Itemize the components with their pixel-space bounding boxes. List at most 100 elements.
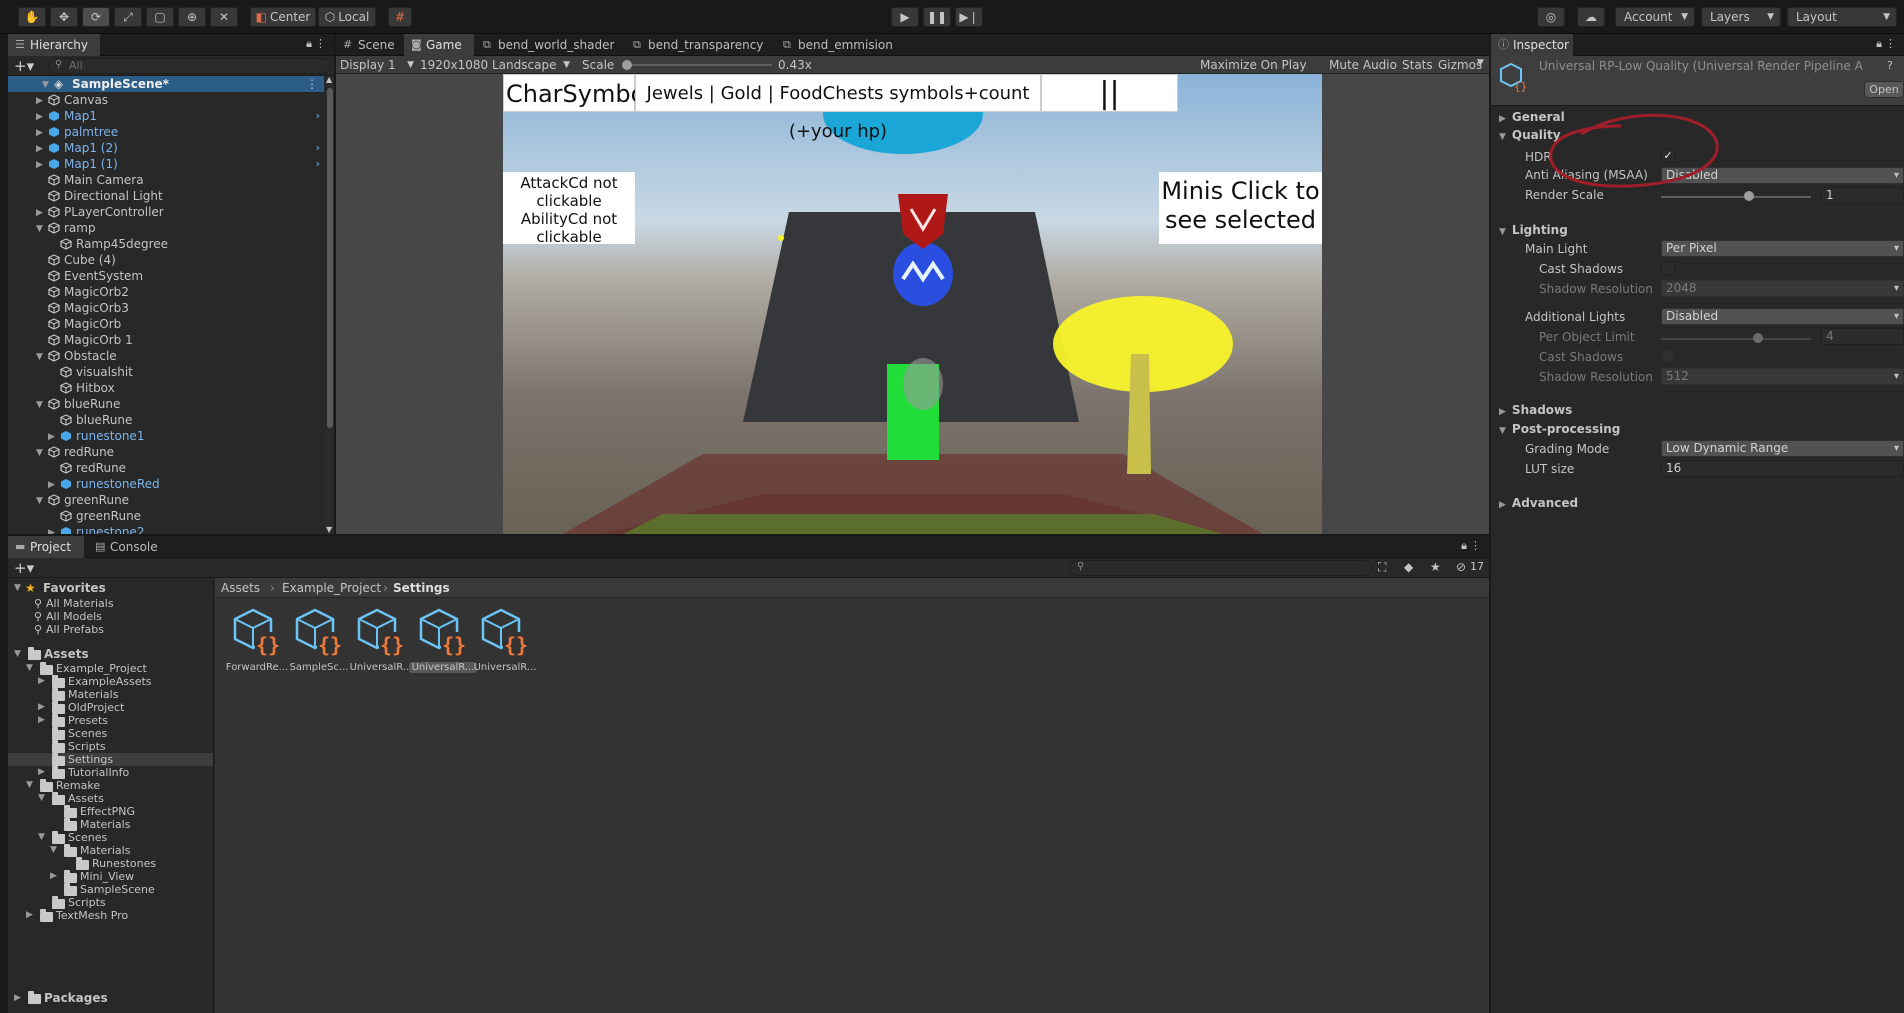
scale-tool-button[interactable]: ⤢ [114, 7, 142, 27]
expand-arrow-icon[interactable]: ▶ [36, 109, 43, 125]
game-viewport[interactable]: CharSymbol Jewels | Gold | FoodChests sy… [503, 74, 1322, 534]
cast-shadows-checkbox[interactable] [1661, 261, 1675, 275]
folder-tree-item[interactable]: ▼ Scenes [8, 831, 213, 844]
section-shadows[interactable]: ▶ Shadows [1499, 403, 1572, 417]
expand-arrow-icon[interactable]: ▶ [48, 525, 55, 534]
cast-shadows-additional-checkbox[interactable] [1661, 349, 1675, 363]
hierarchy-item[interactable]: Main Camera [8, 172, 324, 188]
folder-tree-item[interactable]: Materials [8, 818, 213, 831]
lock-icon[interactable]: 🔒︎ [306, 37, 312, 51]
hierarchy-item[interactable]: ▶ Map1 (1) › [8, 156, 324, 172]
folder-tree-item[interactable]: Scripts [8, 740, 213, 753]
asset-item[interactable]: {} UniversalR... [471, 604, 539, 673]
folder-tree-item[interactable]: ▼ Materials [8, 844, 213, 857]
folder-tree-item[interactable]: Scenes [8, 727, 213, 740]
gizmos-dropdown[interactable]: Gizmos [1438, 58, 1482, 72]
lock-icon[interactable]: 🔒︎ [1876, 37, 1882, 51]
folder-tree-item[interactable]: ▶ ExampleAssets [8, 675, 213, 688]
render-scale-knob[interactable] [1744, 191, 1754, 201]
hierarchy-item[interactable]: ▶ runestone1 [8, 428, 324, 444]
display-dropdown[interactable]: Display 1 ▼ [340, 56, 414, 74]
packages-row[interactable]: ▶ Packages [8, 990, 213, 1006]
scene-row[interactable]: ▼ ◈ SampleScene* ⋮ [8, 76, 324, 92]
hierarchy-item[interactable]: ▼ Obstacle [8, 348, 324, 364]
per-object-knob[interactable] [1753, 333, 1763, 343]
section-lighting[interactable]: ▼ Lighting [1499, 223, 1568, 237]
tab-bend-world-shader[interactable]: ⧉ bend_world_shader [476, 34, 622, 56]
folder-tree-item[interactable]: SampleScene [8, 883, 213, 896]
move-tool-button[interactable]: ✥ [50, 7, 78, 27]
hierarchy-item[interactable]: MagicOrb 1 [8, 332, 324, 348]
tab-bend-transparency[interactable]: ⧉ bend_transparency [626, 34, 772, 56]
folder-tree-item[interactable]: ▶ OldProject [8, 701, 213, 714]
lut-size-input[interactable]: 16 [1661, 460, 1904, 477]
rotate-tool-button[interactable]: ⟳ [82, 7, 110, 27]
expand-arrow-icon[interactable]: ▼ [36, 349, 43, 365]
hierarchy-item[interactable]: blueRune [8, 412, 324, 428]
hand-tool-button[interactable]: ✋ [18, 7, 46, 27]
expand-arrow-icon[interactable]: ▼ [36, 397, 43, 413]
hierarchy-item[interactable]: ▶ Canvas [8, 92, 324, 108]
tab-bend-emmision[interactable]: ⧉ bend_emmision [776, 34, 906, 56]
layers-dropdown[interactable]: Layers ▼ [1701, 7, 1781, 27]
hierarchy-item[interactable]: ▶ Map1 › [8, 108, 324, 124]
rect-tool-button[interactable]: ▢ [146, 7, 174, 27]
expand-arrow-icon[interactable]: ▶ [36, 93, 43, 109]
chevron-right-icon[interactable]: › [316, 140, 320, 156]
open-button[interactable]: Open [1864, 81, 1904, 98]
folder-tree-item[interactable]: Scripts [8, 896, 213, 909]
chevron-right-icon[interactable]: › [316, 156, 320, 172]
hierarchy-item[interactable]: ▼ greenRune [8, 492, 324, 508]
lock-icon[interactable]: 🔒︎ [1461, 539, 1467, 553]
section-post-processing[interactable]: ▼ Post-processing [1499, 422, 1620, 436]
expand-arrow-icon[interactable]: ▼ [26, 662, 33, 675]
expand-arrow-icon[interactable]: ▶ [36, 157, 43, 173]
layout-dropdown[interactable]: Layout ▼ [1787, 7, 1897, 27]
expand-arrow-icon[interactable]: ▼ [36, 445, 43, 461]
mute-audio-toggle[interactable]: Mute Audio [1329, 58, 1397, 72]
expand-arrow-icon[interactable]: ▶ [36, 205, 43, 221]
filter-type-icon[interactable]: ⛶ [1378, 560, 1386, 575]
scale-slider-knob[interactable] [622, 60, 632, 70]
breadcrumb-item-settings[interactable]: Settings [393, 581, 450, 595]
hierarchy-item[interactable]: ▼ blueRune [8, 396, 324, 412]
scrollbar-thumb[interactable] [327, 88, 333, 428]
play-button[interactable]: ▶ [891, 7, 919, 27]
resolution-dropdown[interactable]: 1920x1080 Landscape ▼ [420, 56, 570, 74]
hierarchy-item[interactable]: Directional Light [8, 188, 324, 204]
pivot-center-button[interactable]: ◧ Center [250, 7, 316, 27]
favorites-row[interactable]: ▼ ★ Favorites [8, 580, 213, 596]
cloud-button[interactable]: ☁ [1577, 7, 1605, 27]
expand-arrow-icon[interactable]: ▶ [38, 675, 45, 688]
hierarchy-item[interactable]: MagicOrb [8, 316, 324, 332]
kebab-menu-icon[interactable]: ⋮ [315, 37, 326, 50]
add-icon[interactable]: +▾ [14, 559, 34, 577]
tab-scene[interactable]: # Scene [336, 34, 404, 56]
shadow-resolution-additional-dropdown[interactable]: 512 [1661, 368, 1904, 385]
asset-item[interactable]: {} ForwardRe... [223, 604, 291, 673]
section-advanced[interactable]: ▶ Advanced [1499, 496, 1578, 510]
expand-arrow-icon[interactable]: ▶ [38, 701, 45, 714]
account-dropdown[interactable]: Account ▼ [1615, 7, 1695, 27]
hierarchy-item[interactable]: Cube (4) [8, 252, 324, 268]
collab-button[interactable]: ◎ [1537, 7, 1565, 27]
hierarchy-item[interactable]: ▶ runestone2 [8, 524, 324, 534]
expand-arrow-icon[interactable]: ▼ [38, 831, 45, 844]
step-button[interactable]: ▶❘ [955, 7, 983, 27]
scroll-up-icon[interactable]: ▲ [326, 75, 332, 84]
folder-tree-item[interactable]: Runestones [8, 857, 213, 870]
hierarchy-item[interactable]: ▶ PLayerController [8, 204, 324, 220]
hierarchy-item[interactable]: greenRune [8, 508, 324, 524]
hierarchy-item[interactable]: ▶ runestoneRed [8, 476, 324, 492]
tab-project[interactable]: ▬ Project [8, 536, 84, 558]
hierarchy-item[interactable]: ▼ ramp [8, 220, 324, 236]
expand-arrow-icon[interactable]: ▼ [36, 221, 43, 237]
hierarchy-scrollbar[interactable]: ▲ ▼ [326, 75, 334, 534]
scroll-down-icon[interactable]: ▼ [326, 525, 332, 534]
folder-tree-item[interactable]: Settings [8, 753, 213, 766]
hierarchy-item[interactable]: MagicOrb2 [8, 284, 324, 300]
pivot-local-button[interactable]: ⬡ Local [318, 7, 376, 27]
hierarchy-item[interactable]: ▶ Map1 (2) › [8, 140, 324, 156]
folder-tree-item[interactable]: ▶ TextMesh Pro [8, 909, 213, 922]
expand-arrow-icon[interactable]: ▶ [36, 125, 43, 141]
